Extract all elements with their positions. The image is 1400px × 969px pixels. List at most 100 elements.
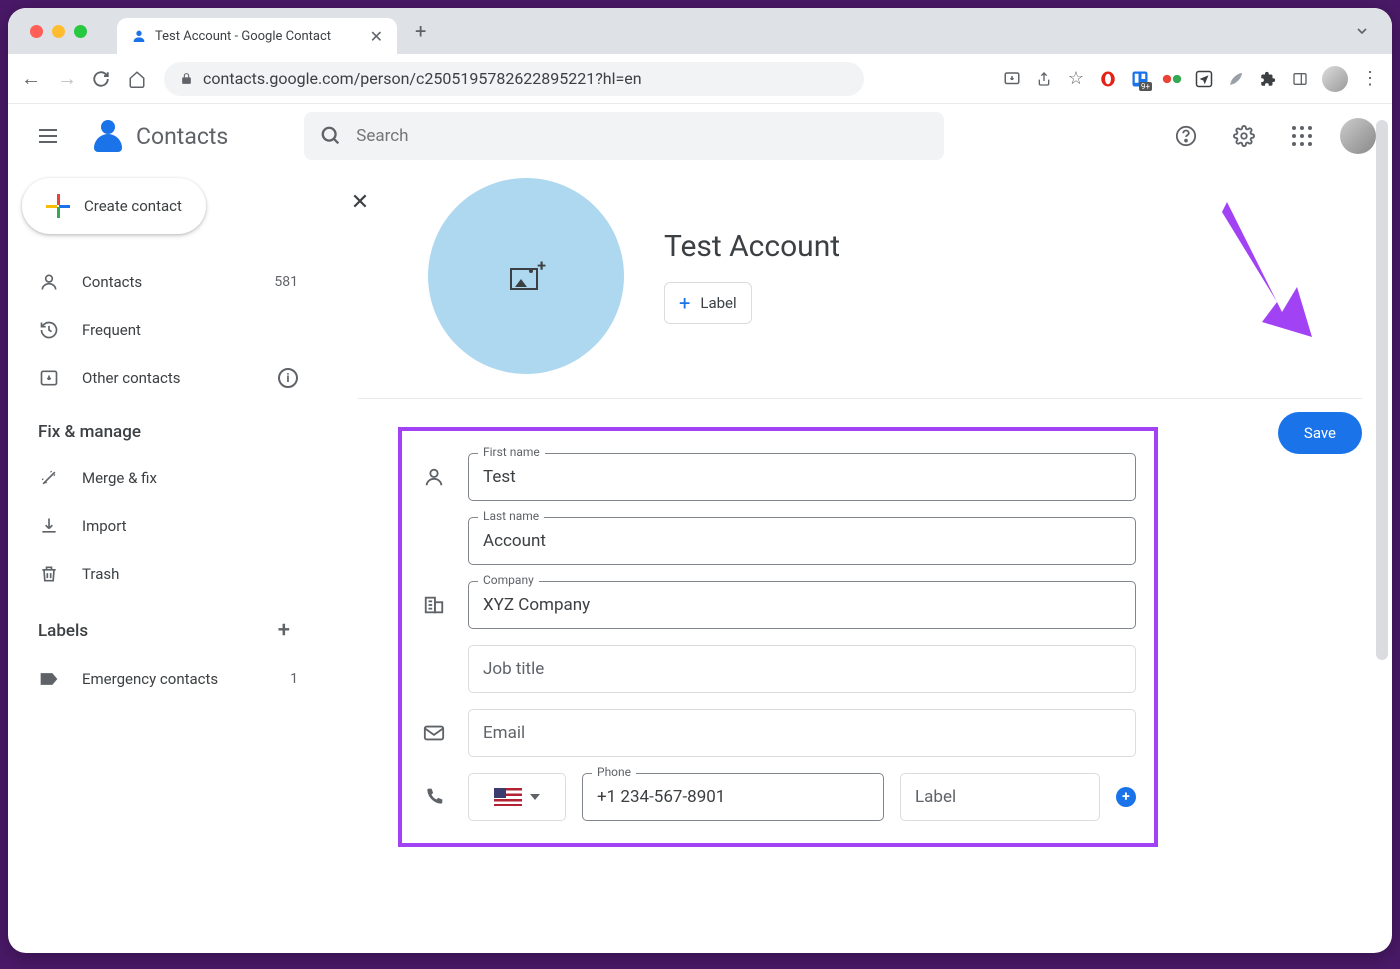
close-tab-button[interactable]: ✕ [370,27,383,46]
company-label: Company [478,573,539,587]
browser-profile-avatar[interactable] [1322,66,1348,92]
nav-label: Contacts [82,273,142,291]
back-button[interactable]: ← [20,66,42,91]
phone-input[interactable] [582,773,884,821]
contact-header: + Test Account + Label Save [358,178,1362,399]
first-name-label: First name [478,445,545,459]
sidebar-item-merge-fix[interactable]: Merge & fix [22,454,314,502]
browser-tab-bar: Test Account - Google Contact ✕ + [8,8,1392,54]
extension-send-icon[interactable] [1194,69,1214,89]
plus-icon: + [679,291,690,315]
nav-count: 1 [290,671,298,687]
sidebar: Create contact Contacts 581 Frequent Oth… [8,168,328,953]
sidebar-item-frequent[interactable]: Frequent [22,306,314,354]
plus-icon [46,194,70,218]
sidebar-item-import[interactable]: Import [22,502,314,550]
url-text: contacts.google.com/person/c250519578262… [203,69,642,88]
sidebar-item-contacts[interactable]: Contacts 581 [22,258,314,306]
app-header: Contacts [8,104,1392,168]
add-label-button[interactable]: + Label [664,282,752,324]
sidebar-label-emergency[interactable]: Emergency contacts 1 [22,655,314,703]
create-contact-button[interactable]: Create contact [22,178,206,234]
country-code-select[interactable] [468,773,566,821]
sidebar-section-labels: Labels + [22,598,314,655]
google-apps-button[interactable] [1282,116,1322,156]
minimize-window-button[interactable] [52,25,65,38]
annotation-arrow [1197,192,1317,342]
last-name-label: Last name [478,509,544,523]
maximize-window-button[interactable] [74,25,87,38]
contact-name: Test Account [664,229,840,264]
contacts-favicon-icon [131,28,147,44]
job-title-input[interactable] [468,645,1136,693]
edit-form-highlighted: First name Last name Company [398,427,1158,847]
phone-label: Phone [592,765,636,779]
nav-label: Frequent [82,321,141,339]
main-content: ✕ + Test Account + Label [328,168,1392,953]
browser-menu-button[interactable]: ⋮ [1360,69,1380,89]
save-button[interactable]: Save [1278,412,1362,454]
nav-label: Import [82,517,127,535]
account-avatar[interactable] [1340,118,1376,154]
nav-label: Merge & fix [82,469,157,487]
last-name-input[interactable] [468,517,1136,565]
phone-label-input[interactable] [900,773,1100,821]
help-button[interactable] [1166,116,1206,156]
extension-goggles-icon[interactable] [1162,69,1182,89]
scrollbar[interactable] [1376,120,1388,680]
main-menu-button[interactable] [24,112,72,160]
forward-button[interactable]: → [56,66,78,91]
search-input[interactable] [356,126,928,146]
wand-icon [38,468,60,488]
trash-icon [38,564,60,584]
email-icon [420,724,448,742]
tab-overflow-button[interactable] [1354,23,1370,39]
label-icon [38,671,60,687]
search-bar[interactable] [304,112,944,160]
install-app-icon[interactable] [1002,69,1022,89]
share-icon[interactable] [1034,69,1054,89]
sidebar-item-other-contacts[interactable]: Other contacts i [22,354,314,402]
label-button-text: Label [700,294,736,312]
address-bar[interactable]: contacts.google.com/person/c250519578262… [164,62,864,96]
app-name: Contacts [136,123,228,150]
search-icon [320,125,342,147]
extension-feather-icon[interactable] [1226,69,1246,89]
info-icon[interactable]: i [278,368,298,388]
chevron-down-icon [530,794,540,800]
first-name-input[interactable] [468,453,1136,501]
download-icon [38,516,60,536]
tab-title: Test Account - Google Contact [155,29,362,44]
email-input[interactable] [468,709,1136,757]
browser-toolbar: ← → contacts.google.com/person/c25051957… [8,54,1392,104]
sidebar-section-manage: Fix & manage [22,402,314,454]
contact-avatar-button[interactable]: + [428,178,624,374]
lock-icon [180,72,193,85]
add-phone-button[interactable]: + [1116,787,1136,807]
new-tab-button[interactable]: + [415,19,426,43]
create-contact-label: Create contact [84,197,182,215]
extension-opera-icon[interactable] [1098,69,1118,89]
add-label-button[interactable]: + [278,618,290,643]
person-icon [420,466,448,488]
nav-label: Emergency contacts [82,670,218,688]
phone-icon [420,787,448,807]
close-window-button[interactable] [30,25,43,38]
settings-button[interactable] [1224,116,1264,156]
extension-trello-icon[interactable]: 9+ [1130,69,1150,89]
us-flag-icon [494,788,522,806]
company-input[interactable] [468,581,1136,629]
sidebar-item-trash[interactable]: Trash [22,550,314,598]
app-logo[interactable]: Contacts [88,116,228,156]
add-photo-icon: + [510,262,542,290]
reload-button[interactable] [92,70,114,88]
home-button[interactable] [128,70,150,88]
side-panel-icon[interactable] [1290,69,1310,89]
contacts-logo-icon [88,116,128,156]
company-icon [420,594,448,616]
extensions-puzzle-icon[interactable] [1258,69,1278,89]
browser-tab[interactable]: Test Account - Google Contact ✕ [117,18,397,54]
archive-icon [38,368,60,388]
window-controls [20,25,97,38]
bookmark-star-icon[interactable]: ☆ [1066,69,1086,89]
